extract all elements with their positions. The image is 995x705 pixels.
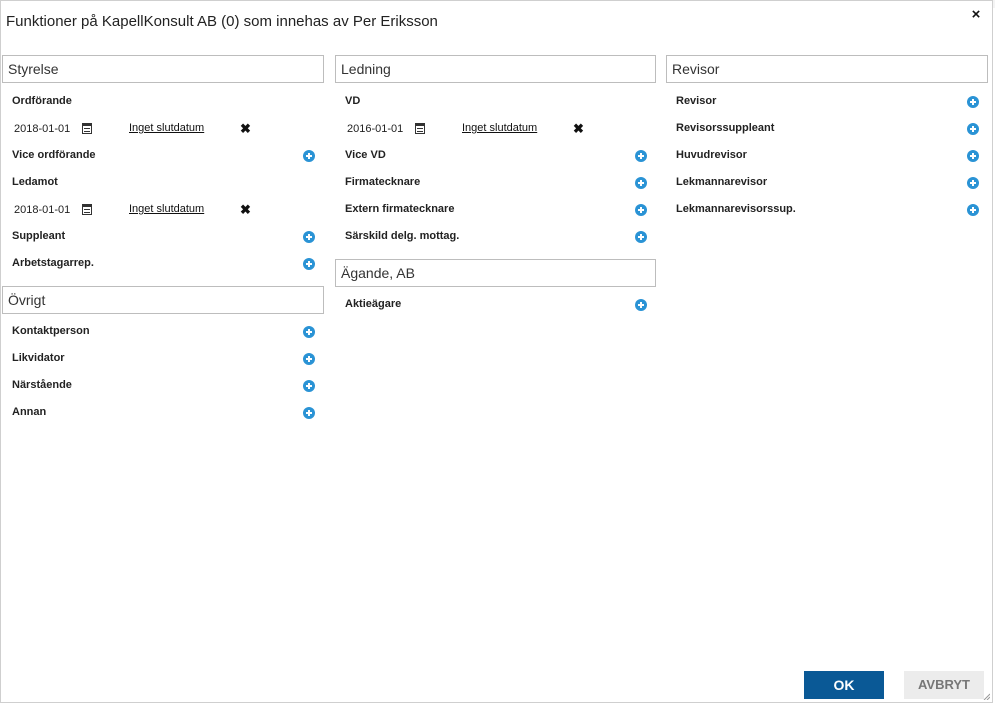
role-firmatecknare: Firmatecknare [335, 170, 656, 197]
role-label: Lekmannarevisorssup. [676, 203, 796, 215]
role-suppleant: Suppleant [2, 224, 324, 251]
add-icon[interactable] [303, 258, 315, 270]
role-revisorssuppleant: Revisorssuppleant [666, 116, 988, 143]
add-icon[interactable] [967, 177, 979, 189]
remove-icon[interactable]: ✖ [240, 202, 251, 218]
role-label: Ledamot [12, 176, 58, 188]
add-icon[interactable] [303, 353, 315, 365]
role-ordforande: Ordförande [2, 89, 324, 116]
add-icon[interactable] [967, 96, 979, 108]
role-lekmannarevisorssup: Lekmannarevisorssup. [666, 197, 988, 224]
add-icon[interactable] [303, 150, 315, 162]
role-kontaktperson: Kontaktperson [2, 319, 324, 346]
role-aktieagare: Aktieägare [335, 292, 656, 319]
section-header-revisor: Revisor [666, 55, 988, 83]
close-icon[interactable]: × [968, 7, 984, 23]
role-vice-ordforande: Vice ordförande [2, 143, 324, 170]
role-label: Revisorssuppleant [676, 122, 775, 134]
role-arbetstagarrep: Arbetstagarrep. [2, 251, 324, 278]
role-label: Extern firmatecknare [345, 203, 455, 215]
role-label: Aktieägare [345, 298, 402, 310]
add-icon[interactable] [635, 150, 647, 162]
section-header-ovrigt: Övrigt [2, 286, 324, 314]
role-annan: Annan [2, 400, 324, 427]
calendar-icon[interactable] [415, 123, 425, 134]
date-row-ordforande: 2018-01-01 Inget slutdatum ✖ [2, 116, 324, 143]
role-label: Suppleant [12, 230, 66, 242]
end-date-link[interactable]: Inget slutdatum [129, 122, 204, 134]
add-icon[interactable] [967, 204, 979, 216]
role-label: Vice VD [345, 149, 386, 161]
role-label: Revisor [676, 95, 717, 107]
role-label: Vice ordförande [12, 149, 96, 161]
role-ledamot: Ledamot [2, 170, 324, 197]
role-label: Särskild delg. mottag. [345, 230, 460, 242]
start-date[interactable]: 2018-01-01 [14, 123, 70, 135]
role-revisor: Revisor [666, 89, 988, 116]
calendar-icon[interactable] [82, 204, 92, 215]
date-row-vd: 2016-01-01 Inget slutdatum ✖ [335, 116, 656, 143]
role-label: Kontaktperson [12, 325, 90, 337]
add-icon[interactable] [635, 231, 647, 243]
add-icon[interactable] [967, 150, 979, 162]
role-vd: VD [335, 89, 656, 116]
end-date-link[interactable]: Inget slutdatum [462, 122, 537, 134]
start-date[interactable]: 2016-01-01 [347, 123, 403, 135]
resize-grip-icon[interactable] [982, 692, 990, 700]
role-label: VD [345, 95, 361, 107]
role-label: Närstående [12, 379, 72, 391]
role-label: Likvidator [12, 352, 65, 364]
date-row-ledamot: 2018-01-01 Inget slutdatum ✖ [2, 197, 324, 224]
calendar-icon[interactable] [82, 123, 92, 134]
dialog-title: Funktioner på KapellKonsult AB (0) som i… [6, 13, 438, 30]
role-label: Arbetstagarrep. [12, 257, 94, 269]
role-label: Huvudrevisor [676, 149, 747, 161]
add-icon[interactable] [303, 231, 315, 243]
add-icon[interactable] [303, 326, 315, 338]
role-sarskild-delg: Särskild delg. mottag. [335, 224, 656, 251]
cancel-button[interactable]: AVBRYT [904, 671, 984, 699]
role-label: Firmatecknare [345, 176, 421, 188]
role-vice-vd: Vice VD [335, 143, 656, 170]
column-left: Styrelse Ordförande 2018-01-01 Inget slu… [2, 55, 324, 427]
role-huvudrevisor: Huvudrevisor [666, 143, 988, 170]
column-right: Revisor Revisor Revisorssuppleant Huvudr… [666, 55, 988, 224]
remove-icon[interactable]: ✖ [573, 121, 584, 137]
role-likvidator: Likvidator [2, 346, 324, 373]
role-extern-firmatecknare: Extern firmatecknare [335, 197, 656, 224]
add-icon[interactable] [303, 380, 315, 392]
section-header-styrelse: Styrelse [2, 55, 324, 83]
add-icon[interactable] [635, 204, 647, 216]
role-label: Ordförande [12, 95, 72, 107]
functions-dialog: Funktioner på KapellKonsult AB (0) som i… [0, 0, 993, 703]
add-icon[interactable] [635, 177, 647, 189]
add-icon[interactable] [635, 299, 647, 311]
role-label: Lekmannarevisor [676, 176, 768, 188]
ok-button[interactable]: OK [804, 671, 884, 699]
add-icon[interactable] [967, 123, 979, 135]
section-header-ledning: Ledning [335, 55, 656, 83]
column-middle: Ledning VD 2016-01-01 Inget slutdatum ✖ … [335, 55, 656, 319]
section-header-agande: Ägande, AB [335, 259, 656, 287]
end-date-link[interactable]: Inget slutdatum [129, 203, 204, 215]
role-lekmannarevisor: Lekmannarevisor [666, 170, 988, 197]
start-date[interactable]: 2018-01-01 [14, 204, 70, 216]
role-narstaende: Närstående [2, 373, 324, 400]
add-icon[interactable] [303, 407, 315, 419]
role-label: Annan [12, 406, 47, 418]
remove-icon[interactable]: ✖ [240, 121, 251, 137]
